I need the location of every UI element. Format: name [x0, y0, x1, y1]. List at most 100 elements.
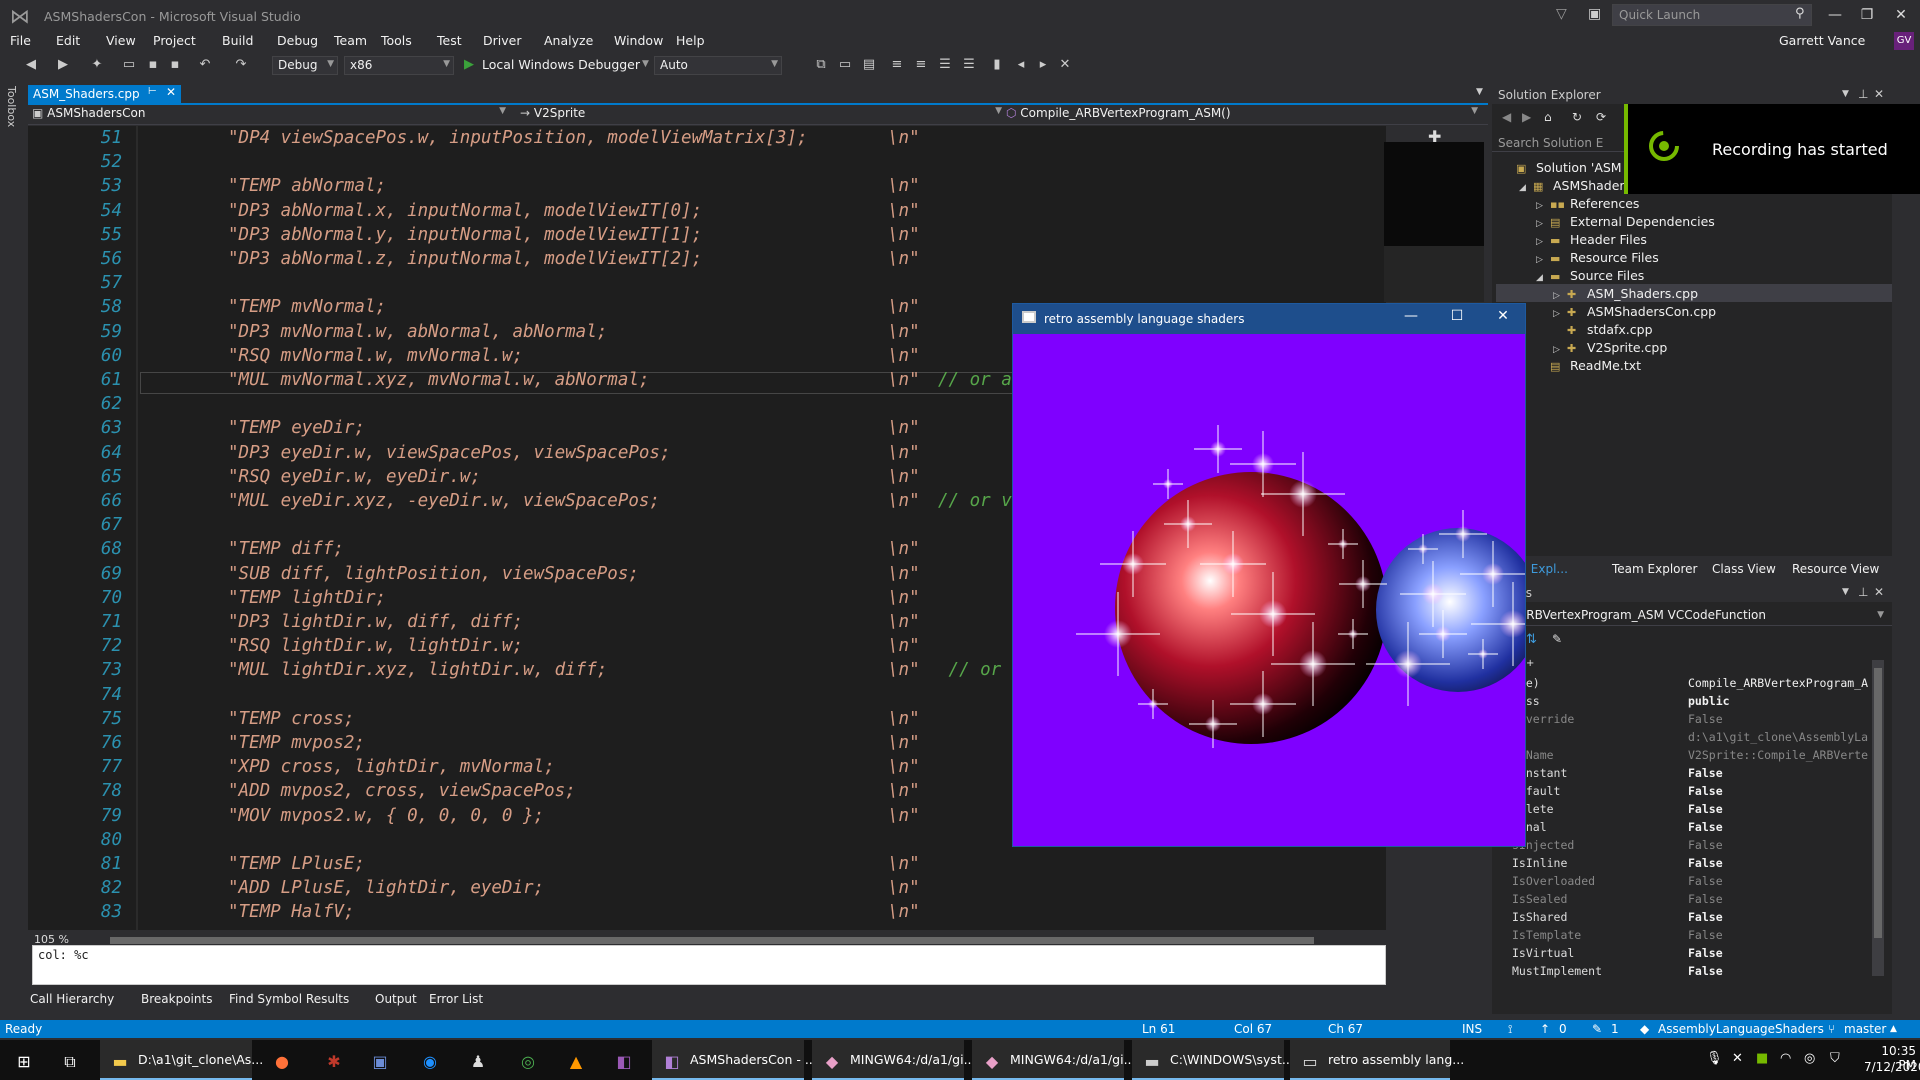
close-icon[interactable]: ✕ [166, 85, 176, 99]
taskbar-app[interactable]: ◧ [604, 1040, 644, 1080]
tree-item[interactable]: ▷ ▬ Header Files [1536, 232, 1647, 250]
property-value[interactable]: False [1688, 712, 1872, 726]
uncomment-icon[interactable]: ☰ [960, 57, 978, 72]
code-line[interactable]: 83 "TEMP HalfV; \n" [28, 902, 1386, 926]
tab-asm-shaders-cpp[interactable]: ASM_Shaders.cpp [28, 85, 181, 103]
tree-item[interactable]: ▣ Solution 'ASM [1502, 160, 1622, 178]
back-icon[interactable]: ◀ [1502, 110, 1511, 124]
function-select[interactable]: ⬡ Compile_ARBVertexProgram_ASM() ▼ [1006, 106, 1484, 124]
expand-arrow-icon[interactable]: ▷ [1553, 345, 1567, 355]
forward-icon[interactable]: ▶ [1522, 110, 1531, 124]
feedback-icon[interactable]: ▣ [1588, 6, 1601, 22]
property-value[interactable]: d:\a1\git_clone\AssemblyLa [1688, 730, 1872, 744]
taskbar-app[interactable]: ● [262, 1040, 302, 1080]
taskbar-app[interactable]: ▬ C:\WINDOWS\syst... [1132, 1040, 1294, 1080]
refresh-icon[interactable]: ⟳ [1596, 110, 1606, 124]
code-line[interactable]: 51 "DP4 viewSpacePos.w, inputPosition, mo… [28, 128, 1386, 152]
property-value[interactable]: False [1688, 784, 1872, 798]
repository-name[interactable]: AssemblyLanguageShaders [1658, 1022, 1824, 1036]
comment-icon[interactable]: ☰ [936, 57, 954, 72]
properties-scroll-thumb[interactable] [1874, 668, 1882, 938]
tree-item[interactable]: ◢ ▬ Source Files [1536, 268, 1644, 286]
property-row[interactable]: IsInline False [1492, 856, 1872, 874]
property-row[interactable]: nOverride False [1492, 712, 1872, 730]
chevron-down-icon[interactable]: ▼ [1842, 587, 1849, 597]
expand-arrow-icon[interactable]: ▷ [1553, 291, 1567, 301]
tree-item[interactable]: ▷ ▤ External Dependencies [1536, 214, 1715, 232]
property-value[interactable]: False [1688, 856, 1872, 870]
property-value[interactable]: False [1688, 766, 1872, 780]
minimap-viewport[interactable] [1384, 246, 1484, 302]
tab-class-view[interactable]: Class View [1712, 562, 1776, 576]
sync-icon[interactable]: ↻ [1572, 110, 1582, 124]
property-row[interactable]: ame)Compile_ARBVertexProgram_A [1492, 676, 1872, 694]
wifi-icon[interactable]: ◠ [1780, 1051, 1791, 1066]
chevron-down-icon[interactable]: ▼ [1842, 89, 1849, 99]
taskbar-app[interactable]: ✱ [314, 1040, 354, 1080]
new-project-icon[interactable]: ✦ [88, 57, 106, 72]
indent-icon[interactable]: ≡ [888, 57, 906, 72]
close-button[interactable]: ✕ [1886, 3, 1916, 27]
menu-driver[interactable]: Driver [483, 33, 521, 48]
close-icon[interactable]: ✕ [1874, 87, 1884, 101]
browse-icon[interactable]: ▭ [836, 57, 854, 72]
network-icon[interactable]: ◎ [1804, 1051, 1815, 1066]
code-line[interactable]: 55 "DP3 abNormal.y, inputNormal, modelVie… [28, 225, 1386, 249]
close-icon[interactable]: ✕ [1874, 585, 1884, 599]
property-value[interactable]: False [1688, 802, 1872, 816]
property-row[interactable]: Constant False [1492, 766, 1872, 784]
taskbar-app[interactable]: ◧ ASMShadersCon - ... [652, 1040, 817, 1080]
tab-breakpoints[interactable]: Breakpoints [141, 992, 212, 1006]
tree-item[interactable]: ▷ ✚ V2Sprite.cpp [1553, 340, 1667, 358]
save-icon[interactable]: ▪ [144, 57, 162, 72]
menu-view[interactable]: View [106, 33, 136, 48]
expand-arrow-icon[interactable]: ▷ [1536, 237, 1550, 247]
pin-icon[interactable]: ⊢ [148, 86, 157, 97]
menu-analyze[interactable]: Analyze [544, 33, 593, 48]
clear-bookmarks-icon[interactable]: ✕ [1056, 57, 1074, 72]
app-close-button[interactable]: ✕ [1488, 308, 1518, 324]
taskbar-app[interactable]: ♟ [458, 1040, 498, 1080]
restore-button[interactable]: ❐ [1852, 3, 1882, 27]
menu-build[interactable]: Build [222, 33, 253, 48]
menu-tools[interactable]: Tools [381, 33, 412, 48]
wrench-icon[interactable]: ✎ [1552, 632, 1562, 646]
property-row[interactable]: IsShared False [1492, 910, 1872, 928]
code-line[interactable]: 56 "DP3 abNormal.z, inputNormal, modelVie… [28, 249, 1386, 273]
property-value[interactable]: False [1688, 838, 1872, 852]
menu-team[interactable]: Team [334, 33, 367, 48]
menu-file[interactable]: File [10, 33, 31, 48]
property-value[interactable]: Compile_ARBVertexProgram_A [1688, 676, 1872, 690]
property-value[interactable]: False [1688, 910, 1872, 924]
tree-item[interactable]: ◢ ▦ ASMShadersC [1519, 178, 1640, 196]
project-select[interactable]: ▣ ASMShadersCon ▼ [32, 106, 512, 124]
solution-platform-select[interactable]: x86 ▼ [344, 56, 454, 75]
tree-item[interactable]: ▤ ReadMe.txt [1536, 358, 1641, 376]
menu-project[interactable]: Project [153, 33, 196, 48]
property-value[interactable]: public [1688, 694, 1872, 708]
property-value[interactable]: False [1688, 892, 1872, 906]
horizontal-scroll-thumb[interactable] [110, 937, 1314, 944]
clock-date[interactable]: 7/12/2020 [1864, 1060, 1920, 1074]
property-row[interactable]: Delete False [1492, 802, 1872, 820]
quick-launch-input[interactable]: Quick Launch [1612, 4, 1812, 26]
property-value[interactable]: False [1688, 964, 1872, 978]
menu-test[interactable]: Test [437, 33, 462, 48]
attach-icon[interactable]: ⧉ [812, 57, 830, 72]
tree-item[interactable]: ▷ ✚ ASM_Shaders.cpp [1553, 286, 1698, 304]
code-line[interactable]: 53 "TEMP abNormal; \n" [28, 176, 1386, 200]
undo-icon[interactable]: ↶ [196, 57, 214, 72]
next-bookmark-icon[interactable]: ▸ [1034, 57, 1052, 72]
nvidia-icon[interactable]: ■ [1756, 1051, 1768, 1066]
property-row[interactable]: sInjected False [1492, 838, 1872, 856]
save-all-icon[interactable]: ▪ [166, 57, 184, 72]
property-value[interactable]: False [1688, 946, 1872, 960]
code-line[interactable]: 54 "DP3 abNormal.x, inputNormal, modelVie… [28, 201, 1386, 225]
property-row[interactable]: MustImplement False [1492, 964, 1872, 982]
taskbar-app[interactable]: ▬ D:\a1\git_clone\As... [100, 1040, 263, 1080]
forward-icon[interactable]: ▶ [54, 57, 72, 72]
tree-item[interactable]: ▷ ▪▪ References [1536, 196, 1639, 214]
class-select[interactable]: → V2Sprite ▼ [520, 106, 1008, 124]
property-value[interactable]: V2Sprite::Compile_ARBVerte [1688, 748, 1872, 762]
tab-error-list[interactable]: Error List [429, 992, 483, 1006]
